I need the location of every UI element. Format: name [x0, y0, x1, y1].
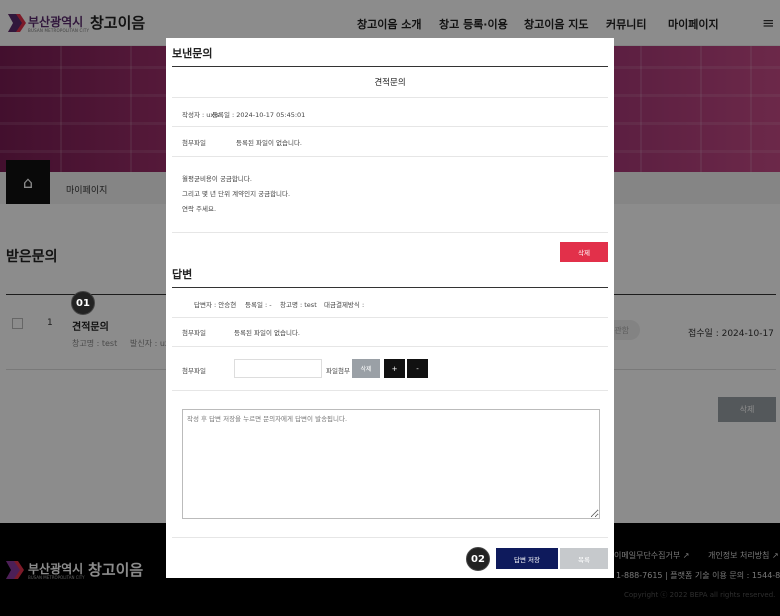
remove-file-button[interactable]: - [407, 359, 428, 378]
divider [172, 126, 608, 127]
inquiry-subject: 견적문의 [374, 78, 406, 88]
upload-label: 첨부파일 [182, 367, 206, 375]
delete-inquiry-button[interactable]: 삭제 [560, 242, 608, 262]
divider [172, 317, 608, 318]
divider [172, 537, 608, 538]
inquiry-reg-date: 등록일 : 2024-10-17 05:45:01 [212, 111, 306, 119]
section-divider [172, 66, 608, 67]
file-attach-button[interactable]: 파일첨부 [326, 365, 350, 375]
inquiry-body: 월평균비용이 궁금합니다. 그리고 몇 년 단위 계약인지 궁금합니다. 연락 … [182, 172, 290, 217]
answer-attach-label: 첨부파일 [182, 329, 206, 337]
attach-label: 첨부파일 [182, 139, 206, 147]
file-delete-button[interactable]: 삭제 [352, 359, 380, 378]
attach-none-text: 등록된 파일이 없습니다. [236, 139, 302, 147]
save-answer-button[interactable]: 답변 저장 [496, 548, 558, 569]
step-marker-1: 01 [71, 291, 95, 315]
answer-attach-none-text: 등록된 파일이 없습니다. [234, 329, 300, 337]
payment-method: 대금결제방식 : [324, 301, 365, 309]
divider [172, 232, 608, 233]
divider [172, 346, 608, 347]
answer-textarea[interactable] [182, 409, 600, 519]
answer-date: 등록일 : - [245, 301, 272, 309]
inquiry-body-line: 그리고 몇 년 단위 계약인지 궁금합니다. [182, 190, 291, 198]
divider [172, 97, 608, 98]
inquiry-modal: 보낸문의 견적문의 작성자 : uxis 등록일 : 2024-10-17 05… [166, 38, 614, 578]
list-button[interactable]: 목록 [560, 548, 608, 569]
inquiry-body-line: 월평균비용이 궁금합니다. [182, 175, 252, 183]
divider [172, 390, 608, 391]
answer-warehouse: 창고명 : test [280, 301, 317, 309]
answerer: 답변자 : 안승현 [194, 301, 237, 309]
divider [172, 156, 608, 157]
answer-title: 답변 [172, 268, 193, 281]
inquiry-body-line: 연락 주세요. [182, 205, 217, 213]
section-divider [172, 287, 608, 288]
step-marker-2: 02 [466, 547, 490, 571]
file-input[interactable] [234, 359, 322, 378]
add-file-button[interactable]: + [384, 359, 405, 378]
sent-inquiry-title: 보낸문의 [172, 47, 213, 60]
